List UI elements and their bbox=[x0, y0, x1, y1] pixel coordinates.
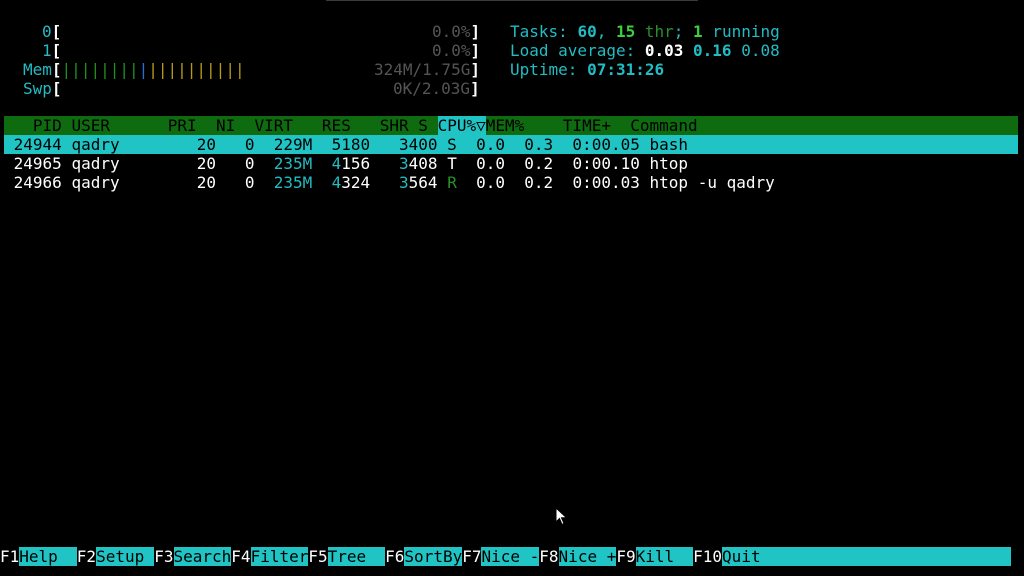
process-row-selected[interactable]: 24944 qadry 20 0 229M 5180 3400 S 0.0 0.… bbox=[4, 135, 1018, 154]
uptime-meter: Uptime: 07:31:26 bbox=[510, 60, 665, 79]
f2-setup-button[interactable]: F2Setup bbox=[77, 547, 155, 566]
col-mem[interactable]: MEM% bbox=[486, 116, 525, 135]
col-cpu-sorted[interactable]: CPU%▽ bbox=[437, 116, 486, 135]
swap-meter-value-wrap: 0K/2.03G] bbox=[393, 79, 480, 98]
cpu0-value: 0.0% bbox=[432, 22, 471, 41]
cpu1-meter: 1[ bbox=[42, 41, 62, 60]
mem-used-bar: |||||||| bbox=[61, 60, 139, 79]
load-1min: 0.03 bbox=[644, 41, 684, 60]
cpu0-label: 0 bbox=[42, 22, 52, 41]
col-ni[interactable]: NI bbox=[216, 116, 235, 135]
col-state[interactable]: S bbox=[418, 116, 428, 135]
process-row[interactable]: 24965 qadry 20 0 235M 4156 3408 T 0.0 0.… bbox=[4, 154, 1018, 173]
cpu1-label: 1 bbox=[42, 41, 52, 60]
mem-meter: Mem[||||||||||||||||||| bbox=[23, 60, 245, 79]
uptime-value: 07:31:26 bbox=[587, 60, 665, 79]
f7-nice-minus-button[interactable]: F7Nice - bbox=[462, 547, 540, 566]
col-time[interactable]: TIME+ bbox=[563, 116, 611, 135]
col-res[interactable]: RES bbox=[322, 116, 351, 135]
cpu1-meter-value-wrap: 0.0%] bbox=[432, 41, 481, 60]
f8-nice-plus-button[interactable]: F8Nice + bbox=[539, 547, 617, 566]
swap-label: Swp bbox=[23, 79, 52, 98]
col-pid[interactable]: PID bbox=[4, 116, 62, 135]
f1-help-button[interactable]: F1Help bbox=[0, 547, 77, 566]
process-table-header: PID USER PRI NI VIRT RES SHR S CPU%▽MEM%… bbox=[4, 116, 1018, 135]
col-command[interactable]: Command bbox=[630, 116, 697, 135]
mem-value: 324M/1.75G bbox=[374, 60, 471, 79]
cpu0-meter-value-wrap: 0.0%] bbox=[432, 22, 481, 41]
f10-quit-button[interactable]: F10Quit bbox=[693, 547, 1011, 566]
swap-meter: Swp[ bbox=[23, 79, 62, 98]
f6-sortby-button[interactable]: F6SortBy bbox=[385, 547, 463, 566]
mem-label: Mem bbox=[23, 60, 52, 79]
tasks-meter: Tasks: 60, 15 thr; 1 running bbox=[510, 22, 780, 41]
mouse-pointer-icon bbox=[555, 507, 568, 526]
col-virt[interactable]: VIRT bbox=[254, 116, 293, 135]
col-user[interactable]: USER bbox=[71, 116, 110, 135]
function-key-bar: F1Help F2Setup F3SearchF4FilterF5Tree F6Sor… bbox=[0, 547, 1024, 566]
running-count: 1 bbox=[693, 22, 703, 41]
load-5min: 0.16 bbox=[693, 41, 732, 60]
process-row[interactable]: 24966 qadry 20 0 235M 4324 3564 R 0.0 0.… bbox=[4, 173, 1018, 192]
f9-kill-button[interactable]: F9Kill bbox=[616, 547, 694, 566]
threads-count: 15 bbox=[615, 22, 636, 41]
col-shr[interactable]: SHR bbox=[380, 116, 409, 135]
mem-buffers-bar: | bbox=[138, 60, 149, 79]
col-pri[interactable]: PRI bbox=[168, 116, 197, 135]
tasks-count: 60 bbox=[577, 22, 597, 41]
swap-value: 0K/2.03G bbox=[393, 79, 471, 98]
cpu0-meter: 0[ bbox=[42, 22, 62, 41]
load-average-meter: Load average: 0.03 0.16 0.08 bbox=[510, 41, 780, 60]
f5-tree-button[interactable]: F5Tree bbox=[308, 547, 386, 566]
f3-search-button[interactable]: F3Search bbox=[154, 547, 232, 566]
window-top-edge bbox=[326, 0, 698, 1]
cpu1-value: 0.0% bbox=[432, 41, 471, 60]
load-15min: 0.08 bbox=[741, 41, 780, 60]
f4-filter-button[interactable]: F4Filter bbox=[231, 547, 309, 566]
mem-meter-value-wrap: 324M/1.75G] bbox=[374, 60, 480, 79]
mem-cache-bar: |||||||||| bbox=[148, 60, 245, 79]
